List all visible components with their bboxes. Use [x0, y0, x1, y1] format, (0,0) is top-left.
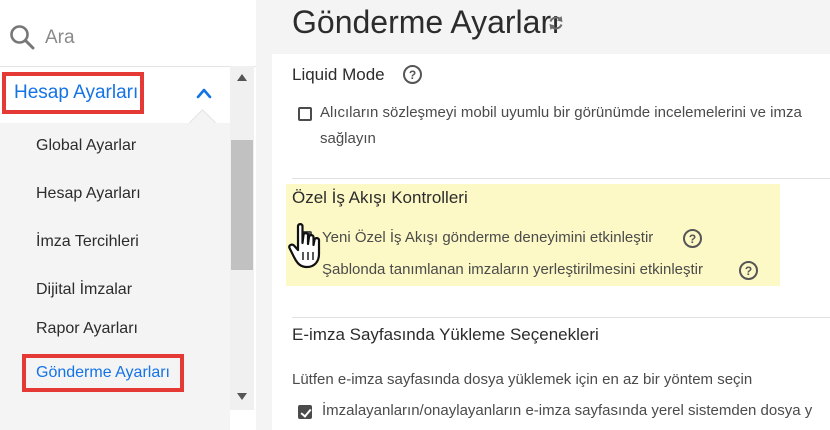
- local-file-upload-checkbox[interactable]: [298, 405, 312, 419]
- scroll-up-arrow-icon[interactable]: [236, 72, 248, 82]
- page-title: Gönderme Ayarları: [292, 4, 560, 40]
- sidebar-item-sending-settings[interactable]: Gönderme Ayarları: [22, 354, 184, 392]
- settings-panel: Liquid Mode ? Alıcıların sözleşmeyi mobi…: [272, 54, 830, 430]
- sidebar-item-signature-preferences[interactable]: İmza Tercihleri: [36, 233, 139, 251]
- page-header: Gönderme Ayarları: [272, 0, 830, 55]
- new-custom-workflow-label: Yeni Özel İş Akışı gönderme deneyimini e…: [322, 229, 654, 246]
- hand-pointer-cursor-icon: [288, 223, 321, 269]
- main-content: Gönderme Ayarları Liquid Mode ? Alıcılar…: [272, 0, 830, 430]
- search-bar: [0, 4, 256, 67]
- liquid-mode-option-label-cont: sağlayın: [320, 130, 376, 147]
- sidebar-item-report-settings[interactable]: Rapor Ayarları: [36, 320, 138, 338]
- upload-options-heading: E-imza Sayfasında Yükleme Seçenekleri: [292, 325, 599, 344]
- custom-workflow-heading: Özel İş Akışı Kontrolleri: [292, 188, 468, 207]
- search-icon: [10, 25, 35, 50]
- upload-instruction-text: Lütfen e-imza sayfasında dosya yüklemek …: [292, 371, 753, 388]
- scroll-thumb[interactable]: [231, 140, 253, 270]
- liquid-mode-heading: Liquid Mode: [292, 65, 385, 84]
- help-icon[interactable]: ?: [683, 229, 702, 248]
- section-divider: [292, 317, 830, 318]
- sidebar-item-digital-signatures[interactable]: Dijital İmzalar: [36, 281, 132, 299]
- sidebar-item-account-settings[interactable]: Hesap Ayarları: [36, 185, 141, 203]
- liquid-mode-checkbox[interactable]: [298, 107, 312, 121]
- help-icon[interactable]: ?: [739, 261, 758, 280]
- section-divider: [292, 178, 830, 179]
- section-title: Hesap Ayarları: [2, 72, 144, 114]
- menu-panel: Global Ayarlar Hesap Ayarları İmza Terci…: [0, 123, 230, 430]
- chevron-up-icon[interactable]: [195, 86, 213, 100]
- search-input[interactable]: [43, 22, 247, 54]
- refresh-icon[interactable]: [548, 14, 564, 32]
- sidebar-scrollbar[interactable]: [230, 66, 254, 410]
- scroll-down-arrow-icon[interactable]: [236, 392, 248, 402]
- help-icon[interactable]: ?: [403, 65, 422, 84]
- local-file-upload-label: İmzalayanların/onaylayanların e-imza say…: [322, 402, 813, 419]
- template-signature-placement-label: Şablonda tanımlanan imzaların yerleştiri…: [322, 261, 703, 278]
- sidebar-item-global-settings[interactable]: Global Ayarlar: [36, 137, 136, 155]
- liquid-mode-option-label: Alıcıların sözleşmeyi mobil uyumlu bir g…: [320, 104, 802, 121]
- sidebar: Hesap Ayarları Global Ayarlar Hesap Ayar…: [0, 0, 256, 430]
